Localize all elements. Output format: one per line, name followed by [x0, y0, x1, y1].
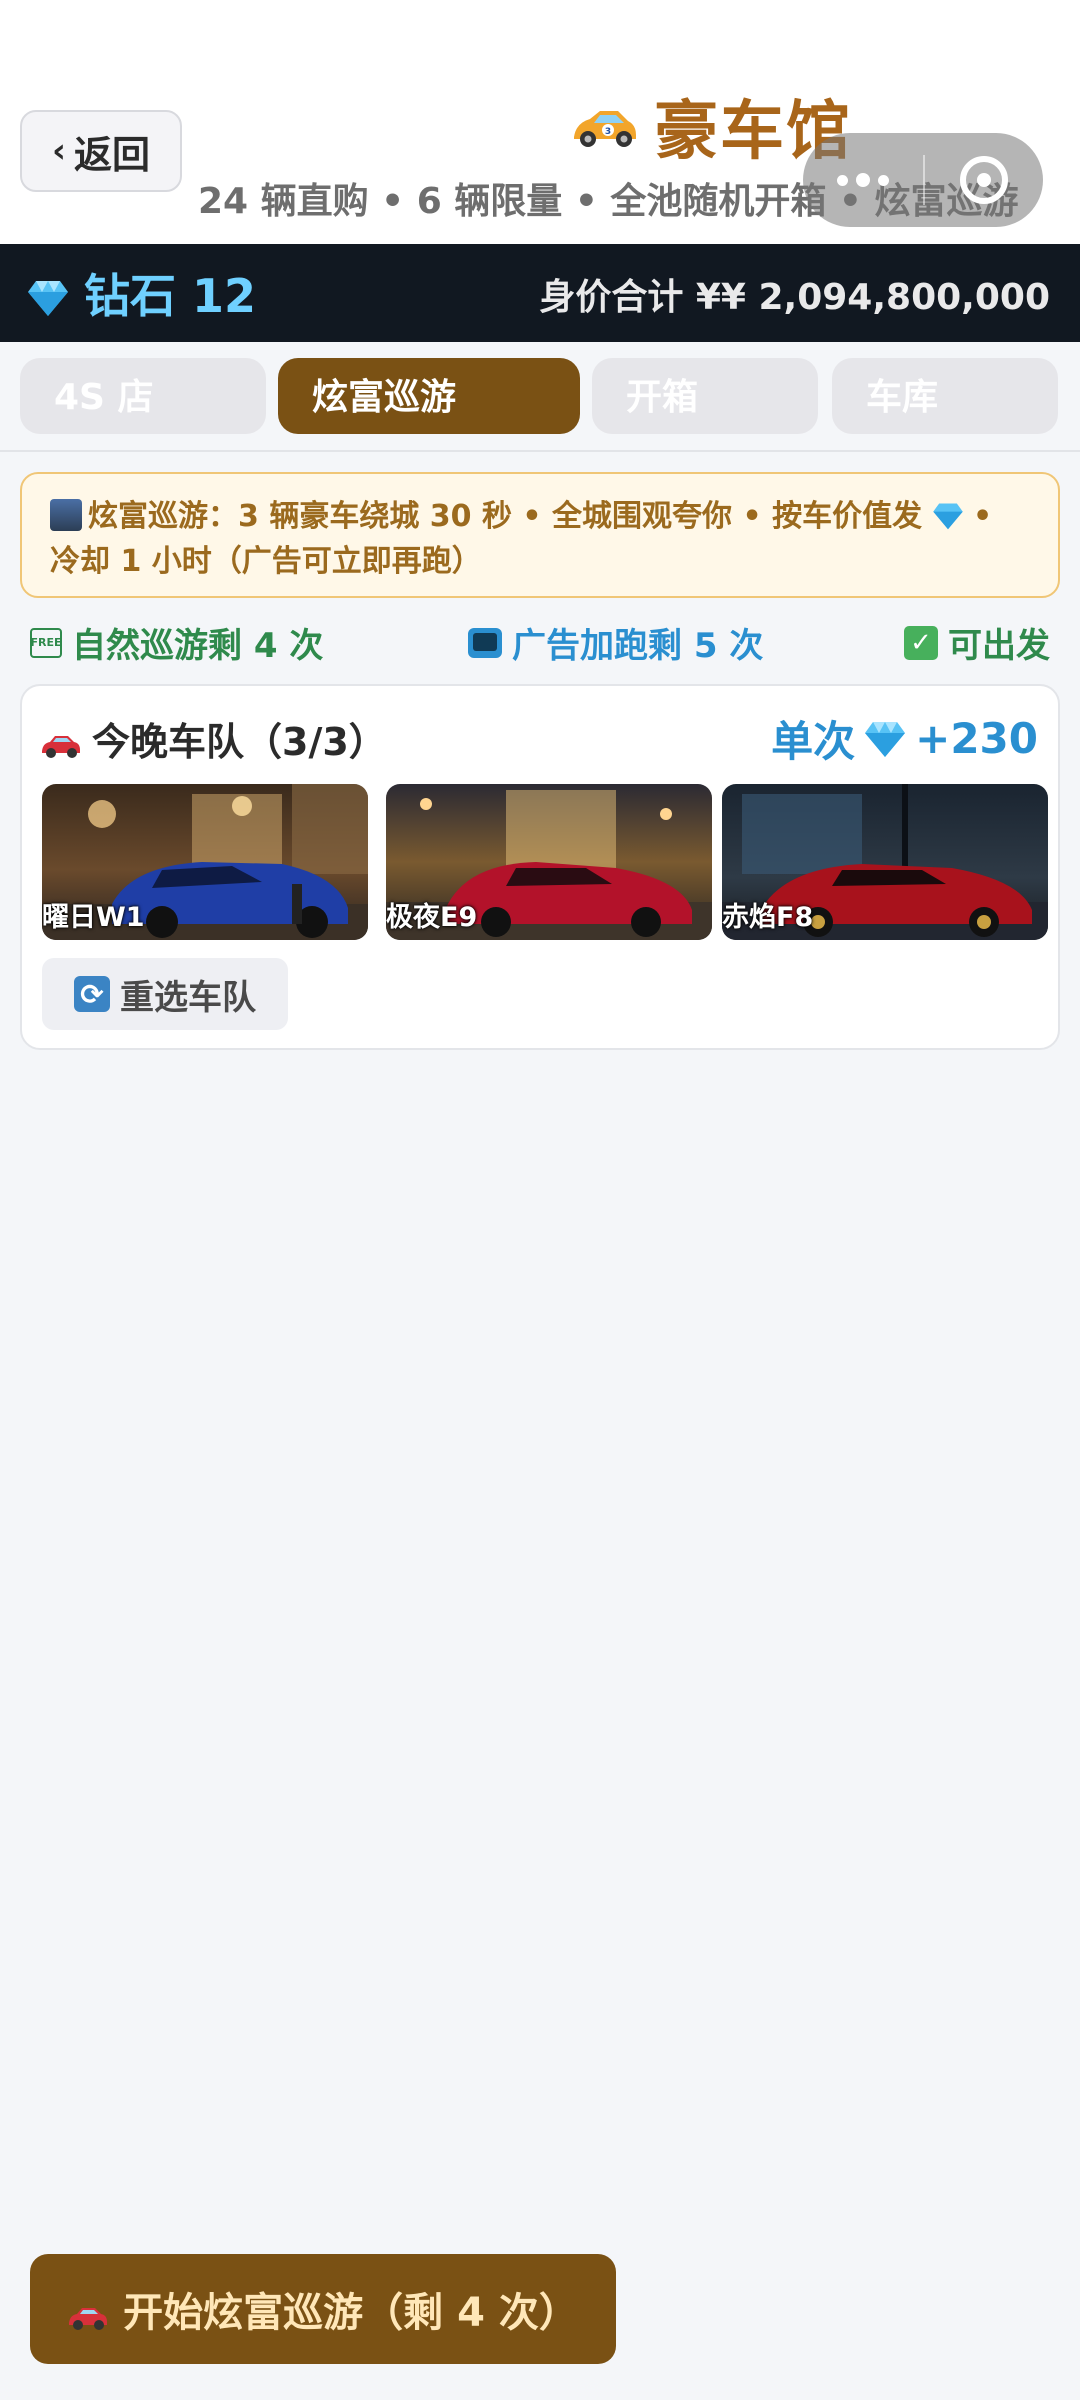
car-name: 极夜E9 — [386, 902, 478, 933]
car-name: 赤焰F8 — [722, 902, 814, 933]
fleet-car-1[interactable]: 曜日W1 — [42, 784, 368, 940]
car-icon — [40, 724, 82, 758]
back-label: 返回 — [74, 132, 151, 177]
tab-unbox[interactable]: 开箱 — [592, 358, 818, 434]
target-icon — [960, 156, 1008, 204]
diamond-icon — [28, 274, 68, 316]
reward-per-run: 单次 +230 — [771, 710, 1038, 766]
ready-label: 可出发 — [948, 626, 1050, 666]
tv-icon — [468, 627, 502, 658]
header: ‹ 返回 3 豪车馆 24 辆直购 • 6 辆限量 • 全池随机开箱 • 炫富巡… — [0, 0, 1080, 244]
tab-parade[interactable]: 炫富巡游 — [278, 358, 580, 434]
more-menu-button[interactable] — [803, 133, 923, 227]
ad-runs-status: 广告加跑剩 5 次 — [468, 618, 763, 667]
diamond-icon — [865, 719, 906, 757]
free-icon: FREE — [30, 627, 62, 658]
reward-value: +230 — [915, 713, 1038, 763]
check-icon: ✓ — [904, 625, 938, 660]
reselect-label: 重选车队 — [120, 977, 256, 1018]
chevron-left-icon: ‹ — [51, 131, 66, 171]
banner-line-1-tail: • — [962, 499, 993, 534]
start-parade-label: 开始炫富巡游（剩 4 次） — [123, 2290, 579, 2336]
start-parade-button[interactable]: 开始炫富巡游（剩 4 次） — [30, 2254, 616, 2364]
free-runs-status: FREE 自然巡游剩 4 次 — [30, 618, 323, 667]
reselect-fleet-button[interactable]: ⟳ 重选车队 — [42, 958, 288, 1030]
diamond-icon — [932, 498, 963, 530]
diamond-balance: 钻石 12 — [28, 264, 256, 323]
fleet-title: 今晚车队（3/3） — [92, 719, 387, 764]
ready-status: ✓ 可出发 — [904, 618, 1050, 667]
parade-info-banner: 炫富巡游：3 辆豪车绕城 30 秒 • 全城围观夸你 • 按车价值发 • 冷却 … — [20, 472, 1060, 598]
refresh-icon: ⟳ — [74, 976, 110, 1012]
tab-garage[interactable]: 车库 — [832, 358, 1058, 434]
fleet-card: 今晚车队（3/3） 单次 +230 曜日W1 极夜E9 赤焰F8 ⟳ 重选车队 — [20, 684, 1060, 1050]
banner-line-1: 炫富巡游：3 辆豪车绕城 30 秒 • 全城围观夸你 • 按车价值发 — [88, 499, 923, 534]
ad-runs-label: 广告加跑剩 5 次 — [512, 626, 764, 666]
miniprogram-capsule — [803, 133, 1043, 227]
wallet-bar: 钻石 12 身价合计 ¥¥ 2,094,800,000 — [0, 244, 1080, 342]
reward-prefix: 单次 — [771, 716, 856, 766]
close-miniprogram-button[interactable] — [925, 133, 1043, 227]
fleet-title-row: 今晚车队（3/3） — [40, 712, 387, 764]
parade-status-row: FREE 自然巡游剩 4 次 广告加跑剩 5 次 ✓ 可出发 — [0, 612, 1080, 668]
car-name: 曜日W1 — [42, 902, 145, 933]
car-icon — [67, 2295, 109, 2330]
networth-total: 身价合计 ¥¥ 2,094,800,000 — [539, 277, 1050, 318]
race-car-icon: 3 — [570, 103, 640, 149]
city-icon — [50, 499, 82, 531]
back-button[interactable]: ‹ 返回 — [20, 110, 182, 192]
diamond-label: 钻石 12 — [84, 269, 257, 323]
fleet-car-3[interactable]: 赤焰F8 — [722, 784, 1048, 940]
tab-bar: 4S 店 炫富巡游 开箱 车库 — [0, 342, 1080, 452]
fleet-car-2[interactable]: 极夜E9 — [386, 784, 712, 940]
svg-text:3: 3 — [605, 127, 611, 137]
more-dots-icon — [837, 174, 848, 186]
free-runs-label: 自然巡游剩 4 次 — [72, 626, 324, 666]
banner-line-2: 冷却 1 小时（广告可立即再跑） — [50, 544, 482, 579]
tab-4s-store[interactable]: 4S 店 — [20, 358, 266, 434]
